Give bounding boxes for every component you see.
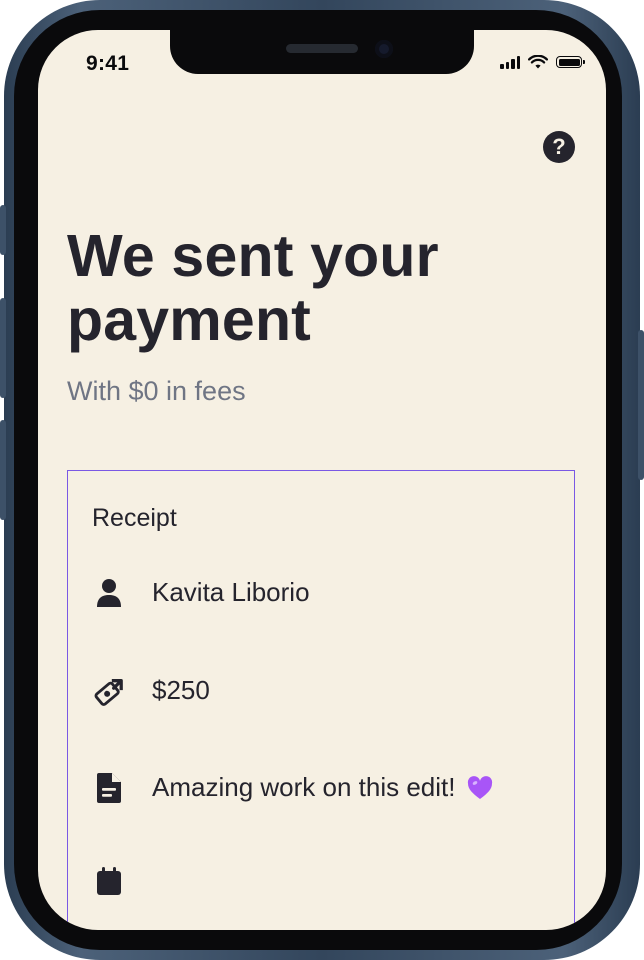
help-button[interactable]: ? bbox=[543, 131, 575, 163]
payment-amount: $250 bbox=[152, 675, 210, 705]
receipt-heading: Receipt bbox=[92, 504, 177, 532]
status-time: 9:41 bbox=[86, 52, 130, 75]
notch bbox=[170, 30, 474, 74]
front-camera bbox=[375, 40, 393, 58]
screen: 9:41 ? We sent your payment With $0 in f… bbox=[38, 30, 606, 930]
receipt-note-row: Amazing work on this edit! bbox=[94, 772, 493, 803]
receipt-recipient-row: Kavita Liborio bbox=[94, 577, 310, 608]
receipt-card: Receipt Kavita Liborio $250 Amazing work… bbox=[67, 470, 575, 930]
power-button bbox=[638, 330, 644, 480]
person-icon bbox=[94, 578, 124, 608]
document-icon bbox=[94, 772, 124, 803]
volume-down-button bbox=[0, 420, 6, 520]
signal-icon bbox=[500, 55, 520, 69]
speaker-grille bbox=[286, 44, 358, 53]
recipient-name: Kavita Liborio bbox=[152, 577, 310, 607]
fees-subtitle: With $0 in fees bbox=[67, 376, 246, 406]
receipt-amount-row: $250 bbox=[94, 675, 210, 706]
volume-up-button bbox=[0, 298, 6, 398]
page-title: We sent your payment bbox=[67, 223, 439, 353]
purple-heart-icon bbox=[467, 775, 493, 800]
status-icons bbox=[500, 55, 585, 69]
payment-note: Amazing work on this edit! bbox=[152, 772, 456, 802]
wifi-icon bbox=[528, 55, 548, 69]
money-transfer-icon bbox=[94, 676, 124, 706]
silent-switch bbox=[0, 205, 6, 255]
battery-icon bbox=[556, 56, 585, 68]
